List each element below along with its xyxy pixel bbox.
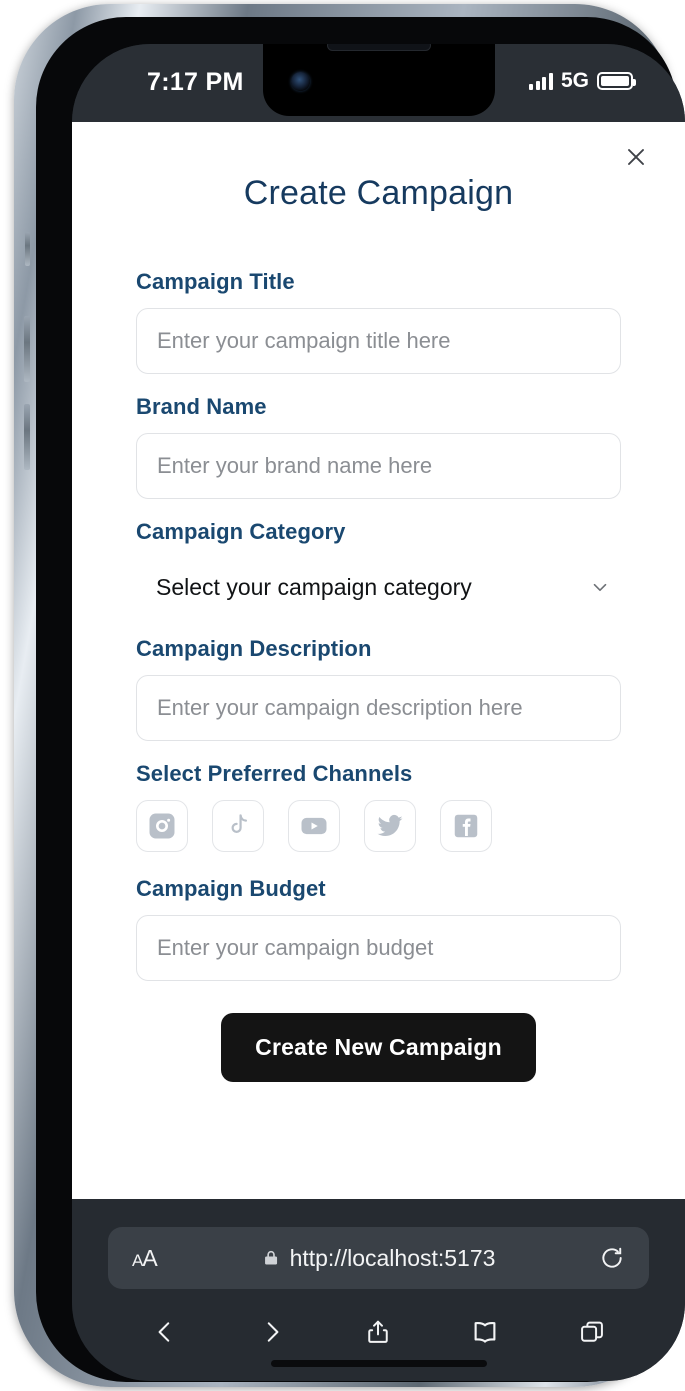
channel-twitter[interactable] (364, 800, 416, 852)
field-campaign-category: Campaign Category Select your campaign c… (136, 519, 621, 616)
share-icon[interactable] (352, 1311, 404, 1353)
youtube-icon (301, 817, 327, 835)
volume-up-button[interactable] (24, 316, 30, 382)
url-bar[interactable]: AA http://localhost:5173 (108, 1227, 649, 1289)
brand-name-label: Brand Name (136, 394, 267, 419)
mute-switch[interactable] (25, 232, 30, 266)
reload-icon[interactable] (599, 1245, 625, 1271)
campaign-category-select[interactable]: Select your campaign category (136, 558, 621, 616)
create-campaign-form: Campaign Title Brand Name Campaign Categ… (72, 269, 685, 1082)
field-preferred-channels: Select Preferred Channels (136, 761, 621, 852)
network-type-label: 5G (560, 69, 589, 92)
tabs-icon[interactable] (566, 1311, 618, 1353)
campaign-budget-input[interactable] (136, 915, 621, 981)
instagram-icon (149, 813, 175, 839)
channel-youtube[interactable] (288, 800, 340, 852)
brand-name-input[interactable] (136, 433, 621, 499)
create-new-campaign-button[interactable]: Create New Campaign (221, 1013, 536, 1082)
front-camera (290, 72, 310, 91)
url-display: http://localhost:5173 (262, 1244, 496, 1272)
forward-chevron-icon[interactable] (246, 1311, 298, 1353)
campaign-category-value: Select your campaign category (156, 573, 472, 600)
home-indicator (270, 1360, 487, 1367)
signal-bars-icon (529, 72, 553, 90)
twitter-icon (377, 814, 403, 837)
campaign-description-input[interactable] (136, 675, 621, 741)
phone-screen: 7:17 PM 5G Create Campaign Campaign Titl… (72, 44, 685, 1381)
facebook-icon (454, 814, 478, 838)
battery-icon (597, 72, 636, 90)
browser-toolbar (72, 1307, 685, 1357)
earpiece-speaker (326, 44, 431, 51)
notch (262, 44, 495, 116)
channel-tiktok[interactable] (212, 800, 264, 852)
back-chevron-icon[interactable] (139, 1311, 191, 1353)
preferred-channels-label: Select Preferred Channels (136, 761, 413, 786)
field-campaign-title: Campaign Title (136, 269, 621, 374)
text-size-button[interactable]: AA (132, 1245, 158, 1272)
field-campaign-budget: Campaign Budget (136, 876, 621, 981)
book-icon[interactable] (459, 1311, 511, 1353)
campaign-title-input[interactable] (136, 308, 621, 374)
volume-down-button[interactable] (24, 404, 30, 470)
campaign-title-label: Campaign Title (136, 269, 295, 294)
safari-chrome: AA http://localhost:5173 (72, 1199, 685, 1381)
phone-bezel: 7:17 PM 5G Create Campaign Campaign Titl… (36, 17, 685, 1382)
tiktok-icon (231, 814, 248, 833)
campaign-description-label: Campaign Description (136, 636, 372, 661)
url-text: http://localhost:5173 (289, 1244, 496, 1271)
chevron-down-icon (589, 576, 611, 598)
channel-instagram[interactable] (136, 800, 188, 852)
submit-row: Create New Campaign (136, 1013, 621, 1082)
phone-frame: 7:17 PM 5G Create Campaign Campaign Titl… (14, 4, 685, 1387)
web-content: Create Campaign Campaign Title Brand Nam… (72, 122, 685, 1199)
status-indicators: 5G (529, 68, 636, 94)
field-brand-name: Brand Name (136, 394, 621, 499)
screenshot-root: 7:17 PM 5G Create Campaign Campaign Titl… (0, 0, 685, 1391)
campaign-category-label: Campaign Category (136, 519, 346, 544)
lock-icon (262, 1248, 280, 1268)
campaign-budget-label: Campaign Budget (136, 876, 326, 901)
channel-list (136, 800, 621, 852)
status-time: 7:17 PM (147, 68, 244, 96)
field-campaign-description: Campaign Description (136, 636, 621, 741)
channel-facebook[interactable] (440, 800, 492, 852)
close-icon[interactable] (619, 140, 653, 174)
page-title: Create Campaign (243, 174, 514, 212)
